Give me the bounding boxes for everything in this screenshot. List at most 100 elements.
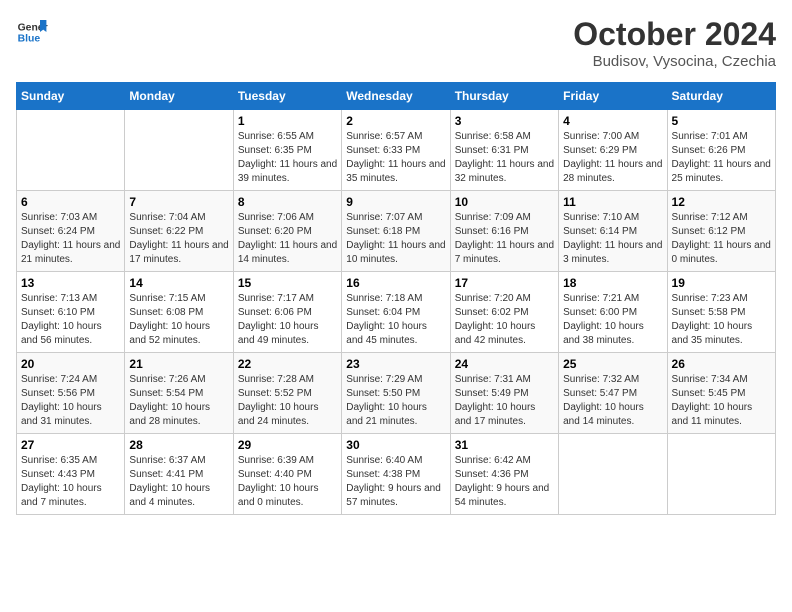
day-number: 4 xyxy=(563,114,662,128)
logo-icon: General Blue xyxy=(16,16,48,48)
calendar-cell: 20 Sunrise: 7:24 AM Sunset: 5:56 PM Dayli… xyxy=(17,353,125,434)
day-info: Sunrise: 6:35 AM Sunset: 4:43 PM Dayligh… xyxy=(21,454,120,510)
header-wednesday: Wednesday xyxy=(342,83,450,110)
day-number: 15 xyxy=(238,276,337,290)
day-info: Sunrise: 7:21 AM Sunset: 6:00 PM Dayligh… xyxy=(563,292,662,348)
day-info: Sunrise: 7:17 AM Sunset: 6:06 PM Dayligh… xyxy=(238,292,337,348)
day-info: Sunrise: 7:03 AM Sunset: 6:24 PM Dayligh… xyxy=(21,211,120,267)
month-title: October 2024 xyxy=(573,16,776,53)
day-info: Sunrise: 6:58 AM Sunset: 6:31 PM Dayligh… xyxy=(455,130,554,186)
day-number: 31 xyxy=(455,438,554,452)
day-number: 17 xyxy=(455,276,554,290)
calendar-cell: 14Sunrise: 7:15 AM Sunset: 6:08 PM Dayli… xyxy=(125,272,233,353)
logo: General Blue xyxy=(16,16,48,48)
day-info: Sunrise: 7:24 AM Sunset: 5:56 PM Dayligh… xyxy=(21,373,120,429)
calendar-cell: 29Sunrise: 6:39 AM Sunset: 4:40 PM Dayli… xyxy=(233,434,341,515)
day-number: 24 xyxy=(455,357,554,371)
day-number: 9 xyxy=(346,195,445,209)
day-info: Sunrise: 7:23 AM Sunset: 5:58 PM Dayligh… xyxy=(672,292,771,348)
header-thursday: Thursday xyxy=(450,83,558,110)
svg-text:Blue: Blue xyxy=(18,34,41,45)
week-row-3: 20 Sunrise: 7:24 AM Sunset: 5:56 PM Dayli… xyxy=(17,353,776,434)
day-info: Sunrise: 7:13 AM Sunset: 6:10 PM Dayligh… xyxy=(21,292,120,348)
calendar-cell: 25Sunrise: 7:32 AM Sunset: 5:47 PM Dayli… xyxy=(559,353,667,434)
day-number: 10 xyxy=(455,195,554,209)
calendar-cell: 16 Sunrise: 7:18 AM Sunset: 6:04 PM Dayli… xyxy=(342,272,450,353)
calendar-cell: 7 Sunrise: 7:04 AM Sunset: 6:22 PM Daylig… xyxy=(125,191,233,272)
day-number: 8 xyxy=(238,195,337,209)
day-info: Sunrise: 7:29 AM Sunset: 5:50 PM Dayligh… xyxy=(346,373,445,429)
day-info: Sunrise: 7:26 AM Sunset: 5:54 PM Dayligh… xyxy=(129,373,228,429)
day-info: Sunrise: 7:09 AM Sunset: 6:16 PM Dayligh… xyxy=(455,211,554,267)
calendar-cell: 3 Sunrise: 6:58 AM Sunset: 6:31 PM Daylig… xyxy=(450,110,558,191)
page-header: General Blue October 2024 Budisov, Vysoc… xyxy=(16,16,776,70)
day-info: Sunrise: 7:31 AM Sunset: 5:49 PM Dayligh… xyxy=(455,373,554,429)
day-number: 7 xyxy=(129,195,228,209)
calendar-cell: 17 Sunrise: 7:20 AM Sunset: 6:02 PM Dayli… xyxy=(450,272,558,353)
calendar-cell: 26 Sunrise: 7:34 AM Sunset: 5:45 PM Dayli… xyxy=(667,353,775,434)
day-number: 6 xyxy=(21,195,120,209)
calendar-cell: 21 Sunrise: 7:26 AM Sunset: 5:54 PM Dayli… xyxy=(125,353,233,434)
day-number: 1 xyxy=(238,114,337,128)
calendar-cell: 5 Sunrise: 7:01 AM Sunset: 6:26 PM Daylig… xyxy=(667,110,775,191)
day-info: Sunrise: 6:39 AM Sunset: 4:40 PM Dayligh… xyxy=(238,454,337,510)
calendar-cell: 12Sunrise: 7:12 AM Sunset: 6:12 PM Dayli… xyxy=(667,191,775,272)
day-number: 20 xyxy=(21,357,120,371)
header-tuesday: Tuesday xyxy=(233,83,341,110)
day-number: 21 xyxy=(129,357,228,371)
calendar-cell: 4Sunrise: 7:00 AM Sunset: 6:29 PM Daylig… xyxy=(559,110,667,191)
calendar-cell: 8Sunrise: 7:06 AM Sunset: 6:20 PM Daylig… xyxy=(233,191,341,272)
calendar-cell: 31 Sunrise: 6:42 AM Sunset: 4:36 PM Dayli… xyxy=(450,434,558,515)
day-info: Sunrise: 7:20 AM Sunset: 6:02 PM Dayligh… xyxy=(455,292,554,348)
day-info: Sunrise: 7:28 AM Sunset: 5:52 PM Dayligh… xyxy=(238,373,337,429)
day-number: 22 xyxy=(238,357,337,371)
day-info: Sunrise: 6:40 AM Sunset: 4:38 PM Dayligh… xyxy=(346,454,445,510)
day-number: 28 xyxy=(129,438,228,452)
calendar-cell: 1 Sunrise: 6:55 AM Sunset: 6:35 PM Daylig… xyxy=(233,110,341,191)
week-row-0: 1 Sunrise: 6:55 AM Sunset: 6:35 PM Daylig… xyxy=(17,110,776,191)
day-info: Sunrise: 7:18 AM Sunset: 6:04 PM Dayligh… xyxy=(346,292,445,348)
calendar-cell: 10 Sunrise: 7:09 AM Sunset: 6:16 PM Dayli… xyxy=(450,191,558,272)
calendar-cell xyxy=(667,434,775,515)
day-number: 23 xyxy=(346,357,445,371)
calendar-cell xyxy=(125,110,233,191)
calendar-cell xyxy=(17,110,125,191)
day-info: Sunrise: 6:57 AM Sunset: 6:33 PM Dayligh… xyxy=(346,130,445,186)
week-row-1: 6 Sunrise: 7:03 AM Sunset: 6:24 PM Daylig… xyxy=(17,191,776,272)
day-number: 16 xyxy=(346,276,445,290)
header-friday: Friday xyxy=(559,83,667,110)
calendar-cell: 19Sunrise: 7:23 AM Sunset: 5:58 PM Dayli… xyxy=(667,272,775,353)
calendar-cell: 27 Sunrise: 6:35 AM Sunset: 4:43 PM Dayli… xyxy=(17,434,125,515)
week-row-2: 13 Sunrise: 7:13 AM Sunset: 6:10 PM Dayli… xyxy=(17,272,776,353)
day-info: Sunrise: 7:34 AM Sunset: 5:45 PM Dayligh… xyxy=(672,373,771,429)
day-number: 27 xyxy=(21,438,120,452)
calendar-cell: 2 Sunrise: 6:57 AM Sunset: 6:33 PM Daylig… xyxy=(342,110,450,191)
calendar-cell: 22 Sunrise: 7:28 AM Sunset: 5:52 PM Dayli… xyxy=(233,353,341,434)
calendar-cell: 15 Sunrise: 7:17 AM Sunset: 6:06 PM Dayli… xyxy=(233,272,341,353)
day-number: 3 xyxy=(455,114,554,128)
location-subtitle: Budisov, Vysocina, Czechia xyxy=(573,53,776,70)
day-number: 14 xyxy=(129,276,228,290)
header-monday: Monday xyxy=(125,83,233,110)
title-block: October 2024 Budisov, Vysocina, Czechia xyxy=(573,16,776,70)
calendar-table: SundayMondayTuesdayWednesdayThursdayFrid… xyxy=(16,82,776,515)
calendar-cell: 30 Sunrise: 6:40 AM Sunset: 4:38 PM Dayli… xyxy=(342,434,450,515)
day-number: 11 xyxy=(563,195,662,209)
day-number: 30 xyxy=(346,438,445,452)
calendar-cell: 28Sunrise: 6:37 AM Sunset: 4:41 PM Dayli… xyxy=(125,434,233,515)
calendar-cell: 18Sunrise: 7:21 AM Sunset: 6:00 PM Dayli… xyxy=(559,272,667,353)
day-info: Sunrise: 7:12 AM Sunset: 6:12 PM Dayligh… xyxy=(672,211,771,267)
day-info: Sunrise: 7:04 AM Sunset: 6:22 PM Dayligh… xyxy=(129,211,228,267)
day-number: 2 xyxy=(346,114,445,128)
day-info: Sunrise: 6:55 AM Sunset: 6:35 PM Dayligh… xyxy=(238,130,337,186)
day-number: 25 xyxy=(563,357,662,371)
day-info: Sunrise: 6:42 AM Sunset: 4:36 PM Dayligh… xyxy=(455,454,554,510)
day-info: Sunrise: 7:01 AM Sunset: 6:26 PM Dayligh… xyxy=(672,130,771,186)
calendar-header: SundayMondayTuesdayWednesdayThursdayFrid… xyxy=(17,83,776,110)
day-number: 13 xyxy=(21,276,120,290)
day-number: 26 xyxy=(672,357,771,371)
day-info: Sunrise: 7:07 AM Sunset: 6:18 PM Dayligh… xyxy=(346,211,445,267)
day-number: 5 xyxy=(672,114,771,128)
calendar-cell: 11Sunrise: 7:10 AM Sunset: 6:14 PM Dayli… xyxy=(559,191,667,272)
calendar-cell: 6 Sunrise: 7:03 AM Sunset: 6:24 PM Daylig… xyxy=(17,191,125,272)
